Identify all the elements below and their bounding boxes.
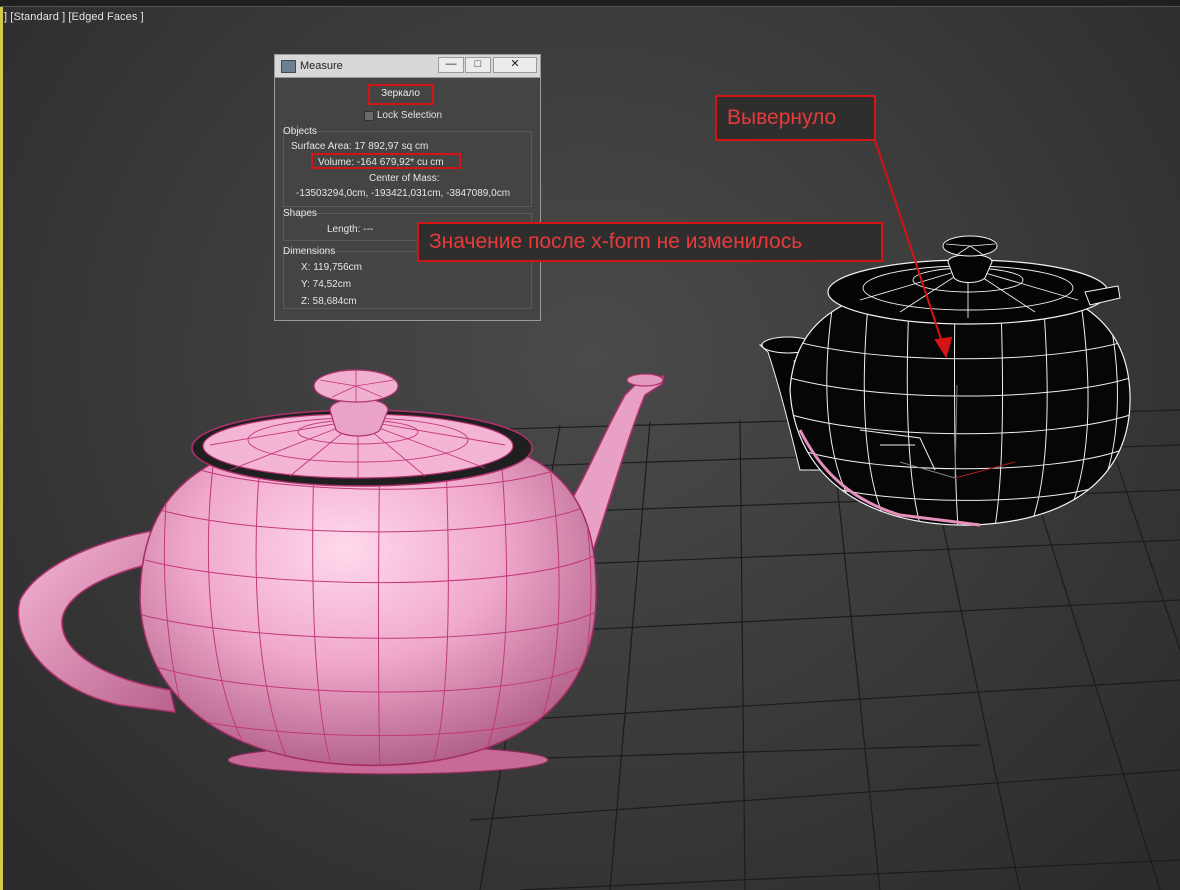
lock-selection-checkbox[interactable] [364,111,374,121]
dimensions-title: Dimensions [283,246,336,257]
pink-teapot[interactable] [17,369,666,775]
dimension-y: Y: 74,52cm [301,279,352,290]
objects-title: Objects [283,126,317,137]
app-icon [281,60,296,73]
dimension-x: X: 119,756cm [301,262,362,273]
volume-highlight [311,153,461,169]
center-of-mass-value: -13503294,0cm, -193421,031cm, -3847089,0… [296,188,511,199]
shapes-title: Shapes [283,208,317,219]
maximize-button[interactable]: □ [465,57,491,73]
flipped-teapot[interactable] [758,235,1131,527]
dimension-z: Z: 58,684cm [301,296,357,307]
scene-canvas[interactable] [0,0,1180,890]
lock-selection-label: Lock Selection [377,110,443,121]
measure-titlebar[interactable]: Measure — □ ✕ [275,55,540,78]
close-button[interactable]: ✕ [493,57,537,73]
measure-title: Measure [300,60,343,72]
annotation-value-unchanged: Значение после x-form не изменилось [417,222,883,262]
measure-dialog: Measure — □ ✕ Зеркало Lock Selection Obj… [274,54,541,321]
annotation-flipped: Вывернуло [715,95,876,141]
center-of-mass-label: Center of Mass: [369,173,440,184]
shapes-length: Length: --- [327,224,374,235]
minimize-button[interactable]: — [438,57,464,73]
mirror-highlight [368,84,434,105]
surface-area: Surface Area: 17 892,97 sq cm [291,141,429,152]
